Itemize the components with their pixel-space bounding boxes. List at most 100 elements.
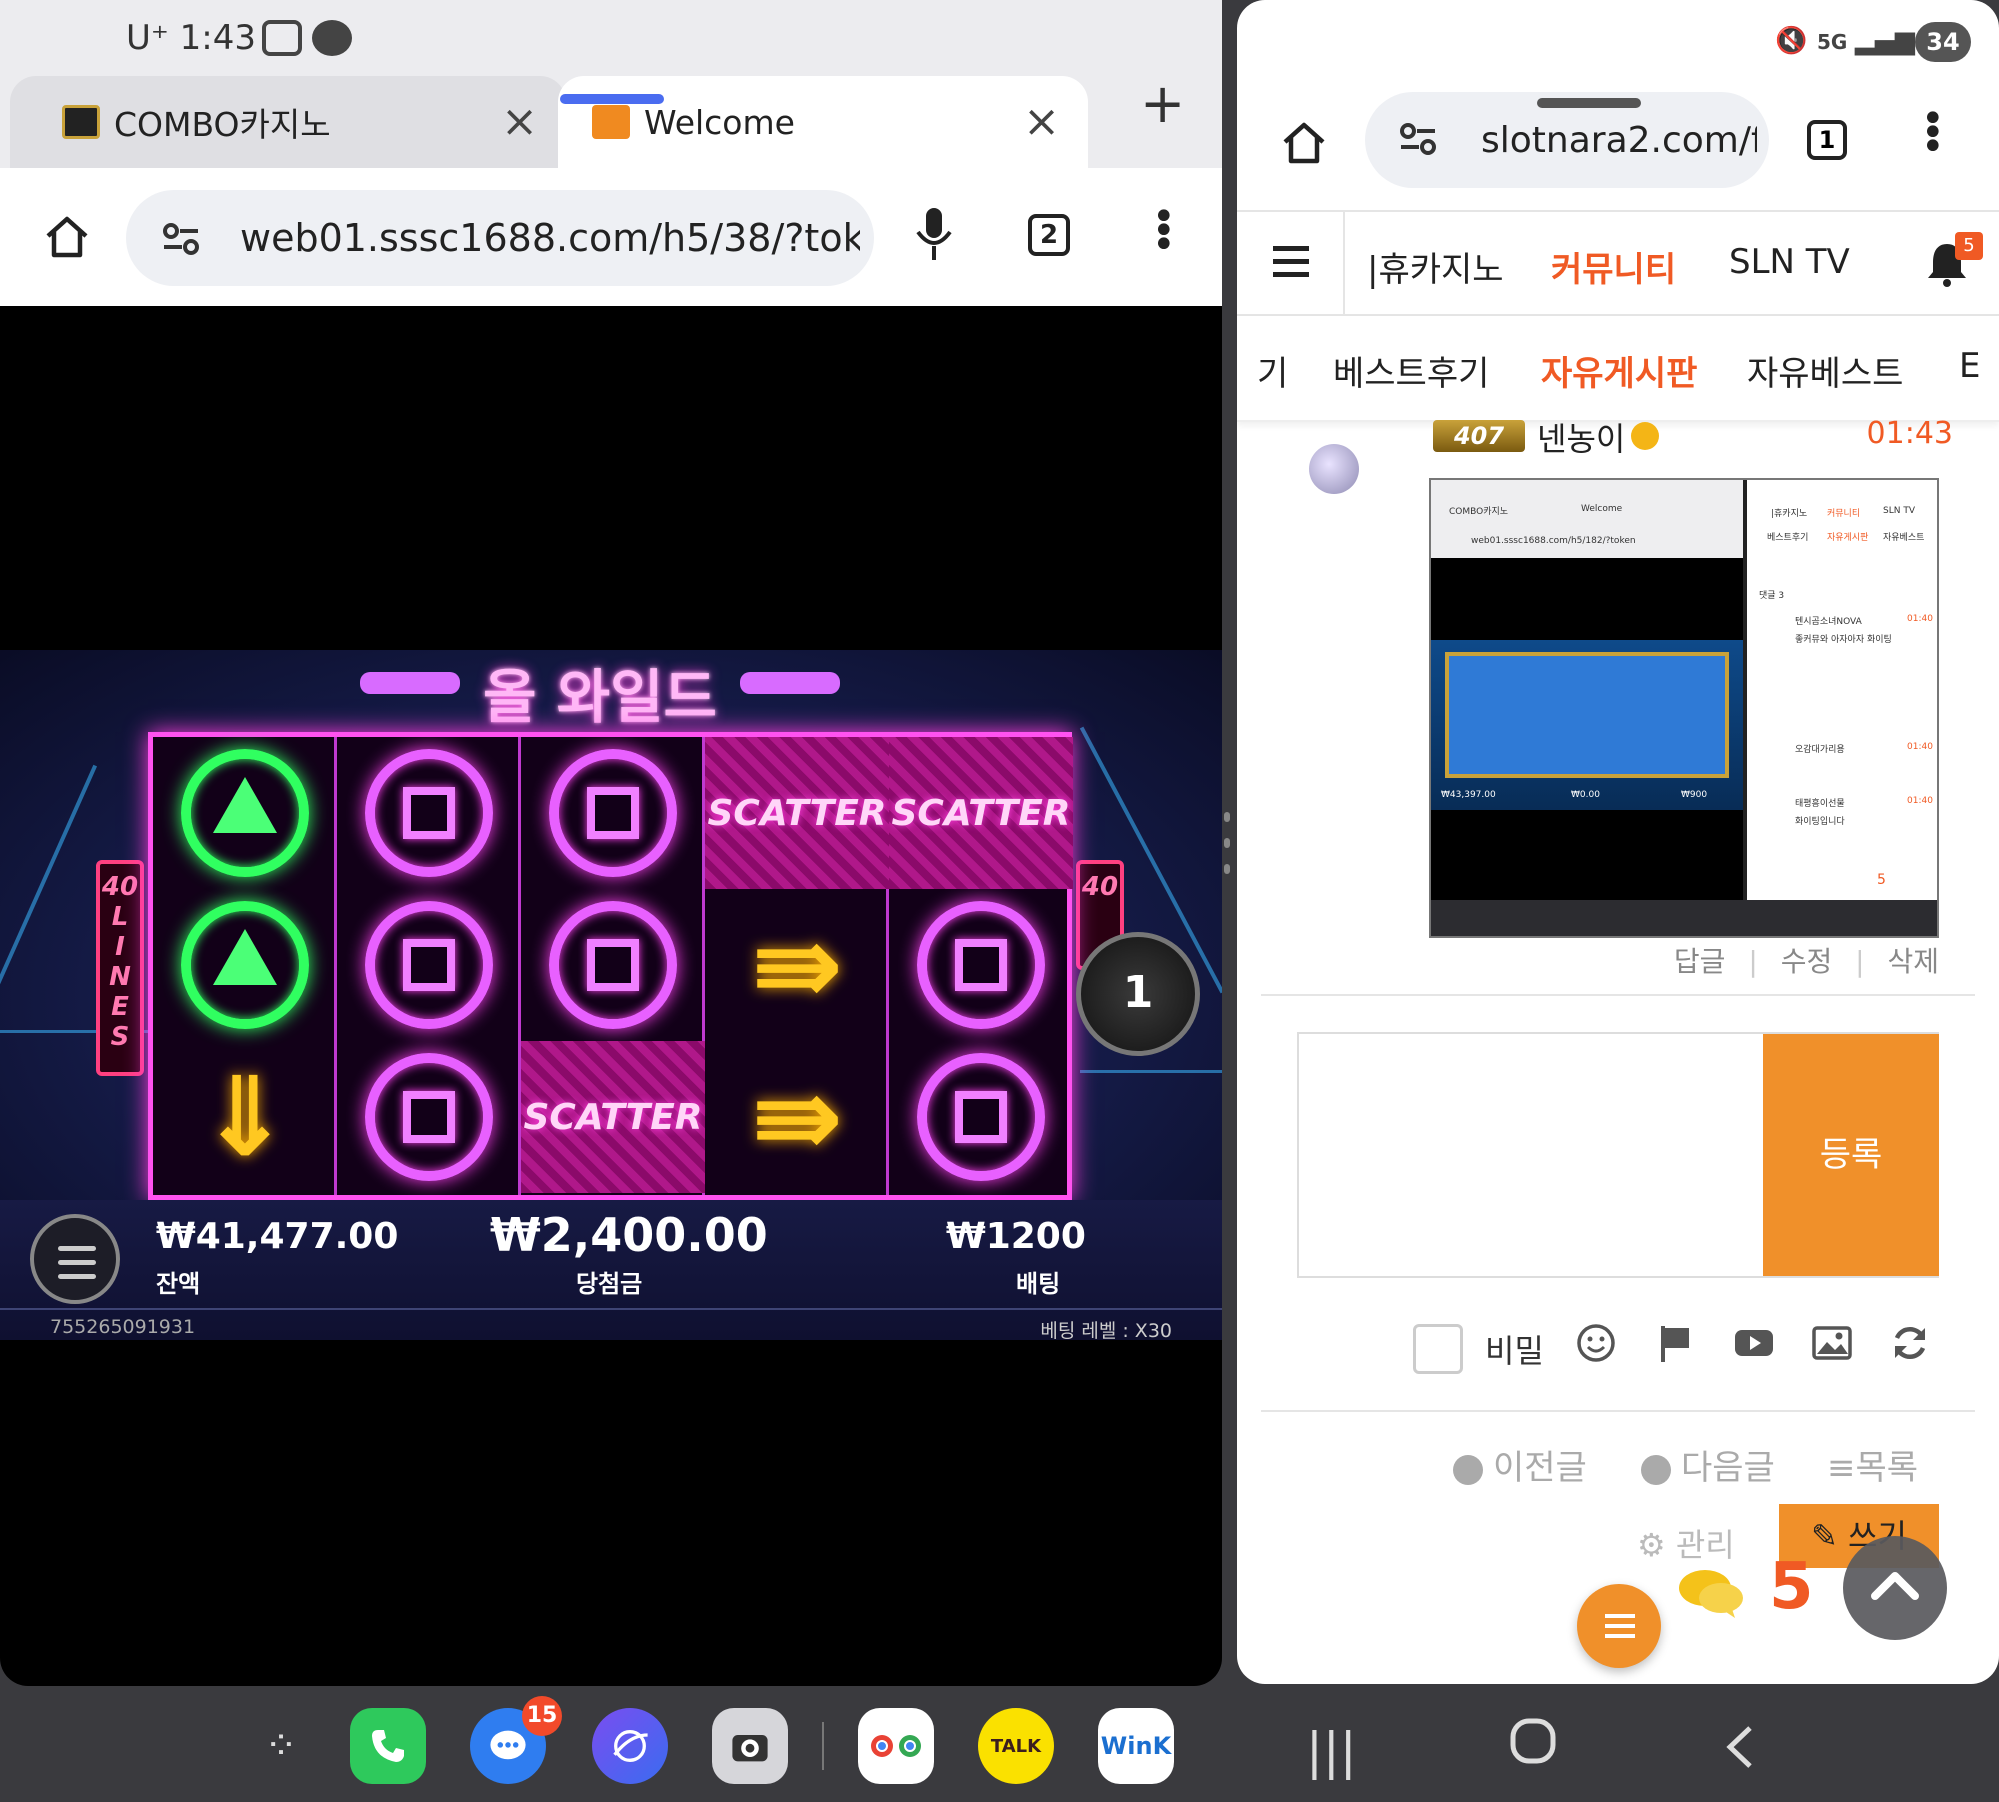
- next-post-link[interactable]: 다음글: [1641, 1440, 1775, 1489]
- win-value: ₩2,400.00: [490, 1208, 768, 1262]
- home-button[interactable]: [1508, 1716, 1558, 1778]
- divider: [822, 1722, 824, 1770]
- floating-menu-button[interactable]: [1577, 1584, 1661, 1668]
- delete-link[interactable]: 삭제: [1887, 945, 1939, 978]
- chrome-pair-app-icon[interactable]: [858, 1708, 934, 1784]
- camera-app-icon[interactable]: [712, 1708, 788, 1784]
- home-icon[interactable]: [1279, 118, 1329, 168]
- close-icon[interactable]: ×: [1023, 96, 1060, 147]
- more-menu-icon[interactable]: • • •: [1152, 197, 1176, 265]
- nav-item-casino[interactable]: |휴카지노: [1367, 242, 1504, 291]
- divider: |: [1855, 945, 1865, 978]
- subnav-item-free-board[interactable]: 자유게시판: [1541, 346, 1697, 395]
- reply-options: 비밀: [1237, 1318, 1999, 1378]
- image-icon[interactable]: [1811, 1322, 1853, 1364]
- thumb-left-pane: COMBO카지노 Welcome web01.sssc1688.com/h5/1…: [1431, 480, 1743, 900]
- messages-badge: 15: [522, 1696, 562, 1736]
- subnav-item-free-best[interactable]: 자유베스트: [1747, 346, 1903, 395]
- site-settings-icon[interactable]: [1399, 122, 1437, 156]
- symbol-cell: [889, 889, 1073, 1041]
- tab-label: Welcome: [644, 102, 795, 142]
- kakaotalk-app-icon[interactable]: TALK: [978, 1708, 1054, 1784]
- drag-handle[interactable]: [560, 94, 664, 104]
- reel-3: SCATTER: [521, 737, 705, 1195]
- subnav-item[interactable]: 기: [1257, 346, 1288, 395]
- avatar[interactable]: [1309, 444, 1359, 494]
- pink-square-icon: [549, 901, 677, 1029]
- thumb-comment-author: 오감대가리용: [1795, 745, 1845, 755]
- comment-author[interactable]: 넨농이: [1537, 414, 1625, 460]
- tab-combo[interactable]: COMBO카지노 ×: [10, 76, 566, 168]
- phone-app-icon[interactable]: [350, 1708, 426, 1784]
- thumb-tab-label: COMBO카지노: [1449, 507, 1509, 517]
- thumb-bet: ₩900: [1681, 790, 1708, 800]
- attached-screenshot[interactable]: COMBO카지노 Welcome web01.sssc1688.com/h5/1…: [1429, 478, 1939, 938]
- post-pager: 이전글 다음글 ≡목록: [1237, 1440, 1999, 1500]
- prev-post-link[interactable]: 이전글: [1453, 1440, 1587, 1489]
- secret-checkbox[interactable]: [1413, 1324, 1463, 1374]
- internet-app-icon[interactable]: [592, 1708, 668, 1784]
- admin-link[interactable]: ⚙ 관리: [1637, 1520, 1735, 1566]
- drag-handle[interactable]: [1537, 98, 1641, 108]
- thumb-balance: ₩43,397.00: [1441, 790, 1496, 800]
- emoji-icon[interactable]: [1575, 1322, 1617, 1364]
- refresh-icon[interactable]: [1889, 1322, 1931, 1364]
- more-menu-icon[interactable]: • • •: [1921, 99, 1945, 167]
- thumb-slot-game: ₩43,397.00 ₩0.00 ₩900: [1431, 640, 1743, 810]
- verified-icon: [1631, 422, 1659, 450]
- thumb-comment-time: 01:40: [1907, 742, 1933, 752]
- thumb-comment-author: 텐시곰소녀NOVA: [1795, 617, 1862, 627]
- reply-textarea[interactable]: 등록: [1297, 1032, 1939, 1278]
- tab-switcher-button[interactable]: 1: [1807, 120, 1847, 160]
- network-label: 5G: [1817, 30, 1848, 54]
- close-icon[interactable]: ×: [501, 96, 538, 147]
- subnav-item-best-review[interactable]: 베스트후기: [1333, 346, 1489, 395]
- pink-square-icon: [917, 1053, 1045, 1181]
- reply-link[interactable]: 답글: [1674, 945, 1726, 978]
- youtube-icon[interactable]: [1733, 1322, 1775, 1364]
- address-bar: web01.sssc1688.com/h5/38/?token= 2 •••: [0, 168, 1222, 306]
- mute-icon: 🔇: [1775, 26, 1808, 56]
- pink-square-icon: [365, 749, 493, 877]
- subnav-item[interactable]: E: [1959, 346, 1980, 386]
- left-pane: U⁺ 1:43 COMBO카지노 × Welcome × + web01.sss…: [0, 0, 1222, 1686]
- mic-icon[interactable]: [914, 206, 954, 262]
- bet-value: ₩1200: [946, 1216, 1086, 1257]
- submit-button[interactable]: 등록: [1763, 1034, 1939, 1276]
- nav-item-sln-tv[interactable]: SLN TV: [1729, 242, 1850, 282]
- list-link[interactable]: ≡목록: [1827, 1440, 1918, 1489]
- reel-1: ⇓: [153, 737, 337, 1195]
- balance-value: ₩41,477.00: [156, 1216, 399, 1257]
- back-button[interactable]: [1720, 1722, 1760, 1784]
- nav-item-community[interactable]: 커뮤니티: [1551, 242, 1676, 291]
- thumb-sub: 자유게시판: [1827, 533, 1869, 543]
- tab-switcher-button[interactable]: 2: [1028, 214, 1070, 256]
- recents-button[interactable]: |||: [1306, 1722, 1357, 1780]
- split-handle[interactable]: [1224, 812, 1234, 874]
- board-tabs: 기 베스트후기 자유게시판 자유베스트 E: [1237, 316, 1999, 422]
- pink-square-icon: [549, 749, 677, 877]
- screenshot-icon: [262, 20, 302, 56]
- new-tab-icon[interactable]: +: [1140, 72, 1185, 135]
- home-icon[interactable]: [42, 212, 92, 262]
- scatter-symbol: SCATTER: [889, 737, 1073, 889]
- slot-game[interactable]: 올 와일드 40 L I N E S 40 ⇓ SCATTER SCATTER …: [0, 650, 1222, 1340]
- scroll-top-button[interactable]: [1843, 1536, 1947, 1640]
- app-drawer-icon[interactable]: ⁘: [244, 1708, 320, 1784]
- autospin-button[interactable]: 1: [1076, 932, 1200, 1056]
- url-field[interactable]: web01.sssc1688.com/h5/38/?token=: [126, 190, 874, 286]
- hamburger-icon[interactable]: [1273, 246, 1309, 285]
- chat-icon[interactable]: [1677, 1566, 1747, 1620]
- flag-icon[interactable]: [1655, 1322, 1697, 1364]
- url-text: web01.sssc1688.com/h5/38/?token=: [240, 216, 860, 260]
- comment-time: 01:43: [1866, 416, 1953, 451]
- wink-app-icon[interactable]: WinK: [1098, 1708, 1174, 1784]
- site-settings-icon[interactable]: [162, 222, 200, 256]
- symbol-cell: [337, 737, 521, 889]
- reel-4: SCATTER ⇛ ⇛: [705, 737, 889, 1195]
- thumb-comment-time: 01:40: [1907, 796, 1933, 806]
- tab-welcome[interactable]: Welcome ×: [558, 76, 1088, 168]
- game-menu-button[interactable]: [30, 1214, 120, 1304]
- scatter-symbol: SCATTER: [705, 737, 889, 889]
- edit-link[interactable]: 수정: [1781, 945, 1833, 978]
